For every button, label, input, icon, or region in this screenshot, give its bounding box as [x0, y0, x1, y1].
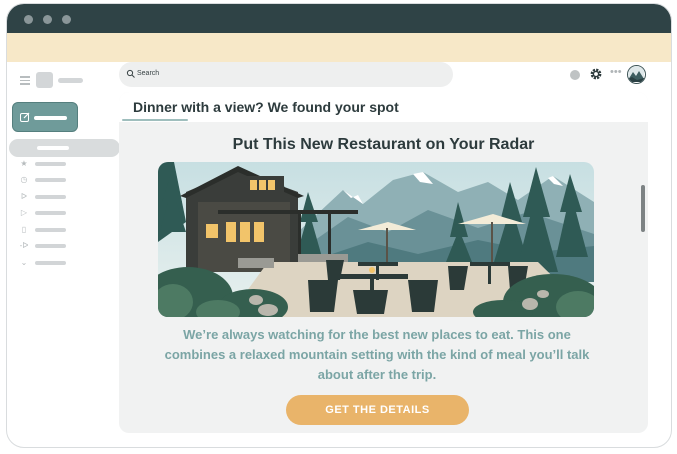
sidebar-item-label-placeholder — [35, 211, 66, 215]
sidebar: ★ ◷ ᐅ ▷ ▯ -ᐅ ⌄ — [7, 62, 125, 447]
compose-button[interactable] — [12, 102, 78, 132]
email-preview: Dinner with a view? We found your spot P… — [119, 92, 648, 433]
sidebar-item-label-placeholder — [35, 195, 66, 199]
sidebar-item-starred[interactable]: ★ — [19, 159, 79, 169]
star-icon: ★ — [20, 159, 28, 168]
sidebar-item-label-placeholder — [35, 244, 66, 248]
email-subject: Dinner with a view? We found your spot — [133, 99, 399, 115]
email-body-text: We’re always watching for the best new p… — [164, 327, 590, 382]
sidebar-item-scheduled[interactable]: ▷ — [19, 208, 79, 218]
window-minimize-dot[interactable] — [43, 15, 52, 24]
compose-label-placeholder — [34, 116, 67, 120]
restaurant-illustration — [158, 162, 594, 317]
sidebar-item-label-placeholder — [35, 178, 66, 182]
search-placeholder: Search — [137, 70, 160, 77]
app-name-placeholder — [58, 78, 83, 83]
get-details-button[interactable]: GET THE DETAILS — [286, 395, 469, 425]
sidebar-item-sent[interactable]: ᐅ — [19, 192, 79, 202]
sidebar-item-labels[interactable]: -ᐅ — [19, 241, 79, 251]
email-headline: Put This New Restaurant on Your Radar — [232, 136, 535, 153]
play-icon: ▷ — [20, 208, 28, 217]
clock-icon: ◷ — [20, 175, 28, 184]
edit-icon — [20, 112, 30, 122]
sidebar-item-drafts[interactable]: ▯ — [19, 225, 79, 235]
sidebar-item-label-placeholder — [35, 261, 66, 265]
sidebar-item-label-placeholder — [35, 228, 66, 232]
menu-icon[interactable] — [20, 76, 30, 85]
window-close-dot[interactable] — [24, 15, 33, 24]
sidebar-item-label-placeholder — [37, 146, 69, 150]
hero-image — [158, 162, 594, 317]
sidebar-item-snoozed[interactable]: ◷ — [19, 175, 79, 185]
search-input[interactable]: Search — [119, 62, 453, 87]
search-icon — [126, 69, 135, 78]
more-options-icon[interactable]: ••• — [610, 66, 622, 78]
notification-banner — [7, 33, 671, 62]
sidebar-item-inbox[interactable] — [9, 139, 120, 157]
file-icon: ▯ — [21, 225, 27, 234]
scrollbar[interactable] — [641, 185, 645, 232]
avatar[interactable] — [627, 65, 646, 84]
sidebar-item-label-placeholder — [35, 162, 66, 166]
gear-icon[interactable] — [589, 67, 603, 81]
app-logo — [36, 72, 53, 88]
status-icon[interactable] — [570, 70, 580, 80]
subject-underline — [122, 119, 188, 121]
chevron-down-icon: ⌄ — [20, 258, 28, 267]
avatar-mountain-icon — [628, 66, 644, 82]
sidebar-item-more[interactable]: ⌄ — [19, 258, 79, 268]
subject-bar: Dinner with a view? We found your spot — [119, 92, 648, 122]
window-maximize-dot[interactable] — [62, 15, 71, 24]
send-icon: ᐅ — [20, 192, 28, 201]
title-bar — [7, 4, 671, 33]
label-icon: -ᐅ — [19, 241, 29, 250]
